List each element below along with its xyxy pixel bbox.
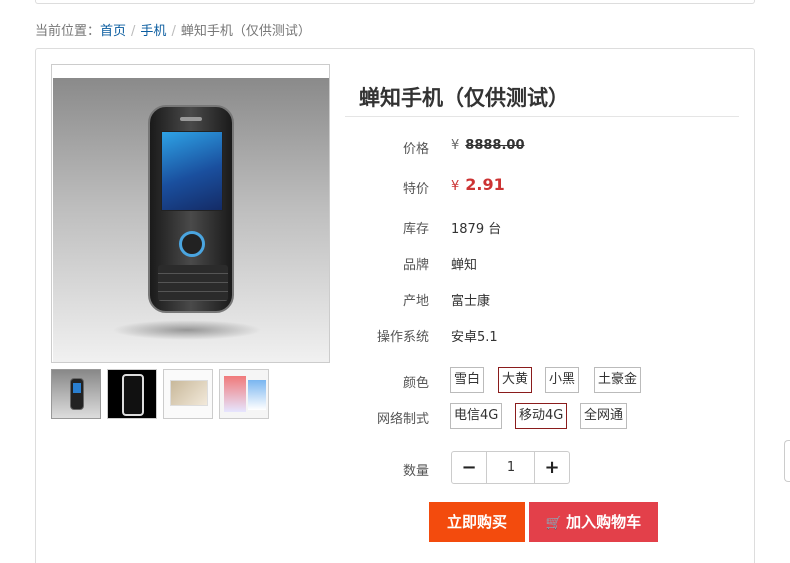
thumbnail-screen-a xyxy=(224,376,246,412)
breadcrumb-home-link[interactable]: 首页 xyxy=(100,24,126,39)
quantity-stepper: − 1 + xyxy=(451,451,570,484)
plus-icon[interactable]: + xyxy=(534,452,569,483)
breadcrumb-prefix: 当前位置： xyxy=(35,24,101,39)
network-option-all[interactable]: 全网通 xyxy=(580,403,628,429)
breadcrumb-separator: / xyxy=(171,24,176,39)
original-price: 8888.00 xyxy=(465,138,525,153)
quantity-input[interactable]: 1 xyxy=(488,452,534,483)
add-to-cart-button[interactable]: 🛒 加入购物车 xyxy=(529,502,658,542)
breadcrumb-current: 蝉知手机（仅供测试） xyxy=(180,24,311,39)
title-divider xyxy=(345,116,739,117)
thumbnail-phone xyxy=(70,378,84,410)
os-value: 安卓5.1 xyxy=(451,330,498,345)
thumbnail-phone xyxy=(122,374,144,416)
phone-dpad xyxy=(179,231,205,257)
breadcrumb-separator: / xyxy=(131,24,136,39)
network-label: 网络制式 xyxy=(376,412,429,427)
cart-icon: 🛒 xyxy=(545,516,563,531)
thumbnail-2[interactable] xyxy=(107,369,157,419)
network-option-mobile[interactable]: 移动4G xyxy=(515,403,568,429)
price-label: 价格 xyxy=(402,142,429,157)
sale-price-value: ¥2.91 xyxy=(451,175,505,194)
brand-value: 蝉知 xyxy=(451,258,478,273)
color-option-yellow[interactable]: 大黄 xyxy=(498,367,533,393)
side-floating-tab[interactable] xyxy=(784,440,790,482)
color-option-white[interactable]: 雪白 xyxy=(450,367,485,393)
minus-icon[interactable]: − xyxy=(452,452,487,483)
phone-image xyxy=(148,105,234,313)
quantity-label: 数量 xyxy=(402,464,429,479)
network-option-telecom[interactable]: 电信4G xyxy=(450,403,503,429)
phone-screen xyxy=(161,131,223,211)
top-nav-edge xyxy=(35,0,755,4)
thumbnail-screen-b xyxy=(248,380,266,410)
os-label: 操作系统 xyxy=(376,330,429,345)
phone-speaker xyxy=(180,117,202,121)
product-title: 蝉知手机（仅供测试） xyxy=(359,86,569,110)
breadcrumb-category-link[interactable]: 手机 xyxy=(140,24,166,39)
origin-value: 富士康 xyxy=(451,294,491,309)
origin-label: 产地 xyxy=(402,294,429,309)
product-main-image[interactable] xyxy=(51,64,330,363)
thumbnail-1[interactable] xyxy=(51,369,101,419)
stock-value: 1879 台 xyxy=(451,222,502,237)
color-label: 颜色 xyxy=(402,376,429,391)
breadcrumb: 当前位置：首页 / 手机 / 蝉知手机（仅供测试） xyxy=(35,20,311,39)
sale-price: 2.91 xyxy=(465,175,505,194)
phone-keypad xyxy=(158,265,228,301)
phone-shadow xyxy=(112,320,262,340)
sale-price-label: 特价 xyxy=(402,182,429,197)
price-value: ¥8888.00 xyxy=(451,138,525,153)
thumbnail-4[interactable] xyxy=(219,369,269,419)
color-option-black[interactable]: 小黑 xyxy=(545,367,580,393)
thumbnail-3[interactable] xyxy=(163,369,213,419)
currency-symbol: ¥ xyxy=(451,179,460,194)
color-option-gold[interactable]: 土豪金 xyxy=(594,367,642,393)
brand-label: 品牌 xyxy=(402,258,429,273)
buy-now-button[interactable]: 立即购买 xyxy=(429,502,525,542)
thumbnail-box xyxy=(170,380,208,406)
stock-label: 库存 xyxy=(402,222,429,237)
add-to-cart-label: 加入购物车 xyxy=(566,513,642,531)
currency-symbol: ¥ xyxy=(451,138,460,153)
